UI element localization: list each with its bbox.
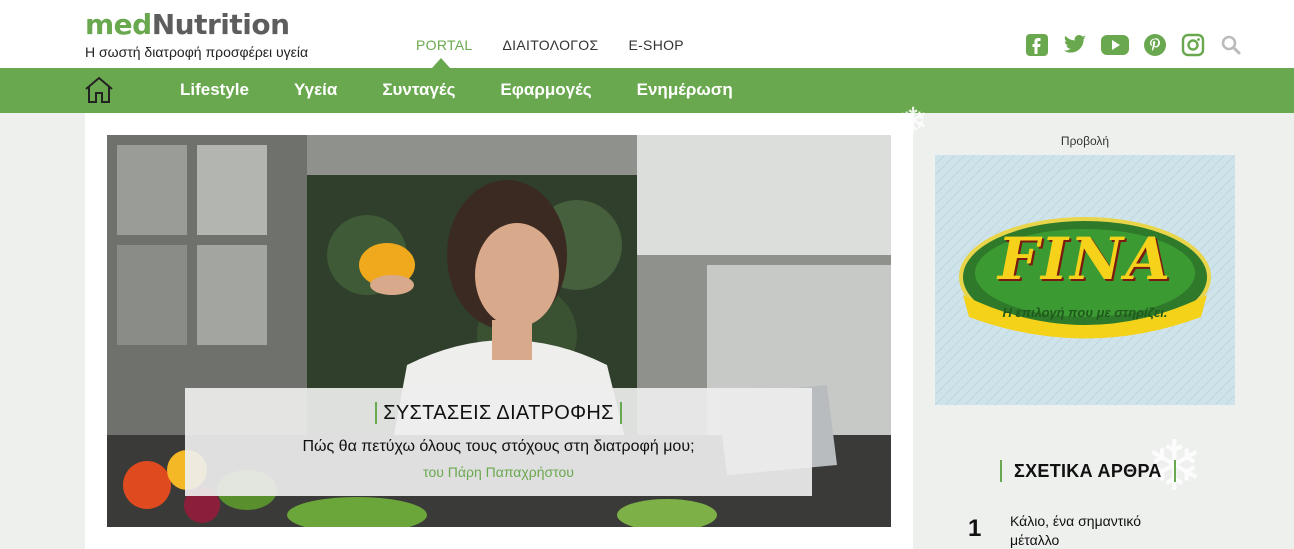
search-icon[interactable] <box>1219 33 1243 57</box>
active-tab-caret <box>432 58 450 68</box>
logo-part-nutrition: Nutrition <box>151 8 290 41</box>
menu-item-health[interactable]: Υγεία <box>294 80 337 100</box>
home-icon[interactable] <box>84 75 114 105</box>
top-nav-eshop[interactable]: E-SHOP <box>628 37 683 53</box>
top-nav: PORTAL ΔΙΑΙΤΟΛΟΓΟΣ E-SHOP <box>416 37 684 53</box>
ad-label: Προβολή <box>1060 134 1110 148</box>
youtube-icon[interactable] <box>1101 33 1129 57</box>
pinterest-icon[interactable] <box>1143 33 1167 57</box>
related-article-number: 1 <box>968 515 982 542</box>
ad-slogan: Η επιλογή που με στηρίζει. <box>1002 305 1168 320</box>
related-articles-heading: ΣΧΕΤΙΚΑ ΑΡΘΡΑ <box>1000 460 1176 482</box>
top-nav-dietitian[interactable]: ΔΙΑΙΤΟΛΟΓΟΣ <box>503 37 599 53</box>
facebook-icon[interactable] <box>1025 33 1049 57</box>
social-links <box>1025 33 1243 57</box>
logo-part-med: med <box>85 8 152 41</box>
article-category[interactable]: ΣΥΣΤΑΣΕΙΣ ΔΙΑΤΡΟΦΗΣ <box>375 402 622 424</box>
main-menu: Lifestyle Υγεία Συνταγές Εφαρμογές Ενημέ… <box>180 80 778 100</box>
menu-item-news[interactable]: Ενημέρωση <box>637 80 733 100</box>
main-nav: Lifestyle Υγεία Συνταγές Εφαρμογές Ενημέ… <box>0 68 1294 113</box>
instagram-icon[interactable] <box>1181 33 1205 57</box>
hero-caption[interactable]: ΣΥΣΤΑΣΕΙΣ ΔΙΑΤΡΟΦΗΣ Πώς θα πετύχω όλους … <box>185 388 812 496</box>
menu-item-apps[interactable]: Εφαρμογές <box>500 80 591 100</box>
related-article-link[interactable]: Κάλιο, ένα σημαντικό μέταλλο <box>1010 512 1170 549</box>
twitter-icon[interactable] <box>1063 33 1087 57</box>
menu-item-lifestyle[interactable]: Lifestyle <box>180 80 249 100</box>
site-tagline: Η σωστή διατροφή προσφέρει υγεία <box>85 44 309 60</box>
advertisement-banner[interactable]: FINA Η επιλογή που με στηρίζει. <box>935 155 1235 405</box>
ad-brand: FINA <box>997 225 1173 293</box>
site-header: medNutrition Η σωστή διατροφή προσφέρει … <box>0 0 1294 68</box>
site-logo[interactable]: medNutrition <box>85 8 290 42</box>
article-title[interactable]: Πώς θα πετύχω όλους τους στόχους στη δια… <box>185 438 812 456</box>
menu-item-recipes[interactable]: Συνταγές <box>382 80 455 100</box>
top-nav-portal[interactable]: PORTAL <box>416 37 473 53</box>
article-author[interactable]: του Πάρη Παπαχρήστου <box>185 464 812 480</box>
